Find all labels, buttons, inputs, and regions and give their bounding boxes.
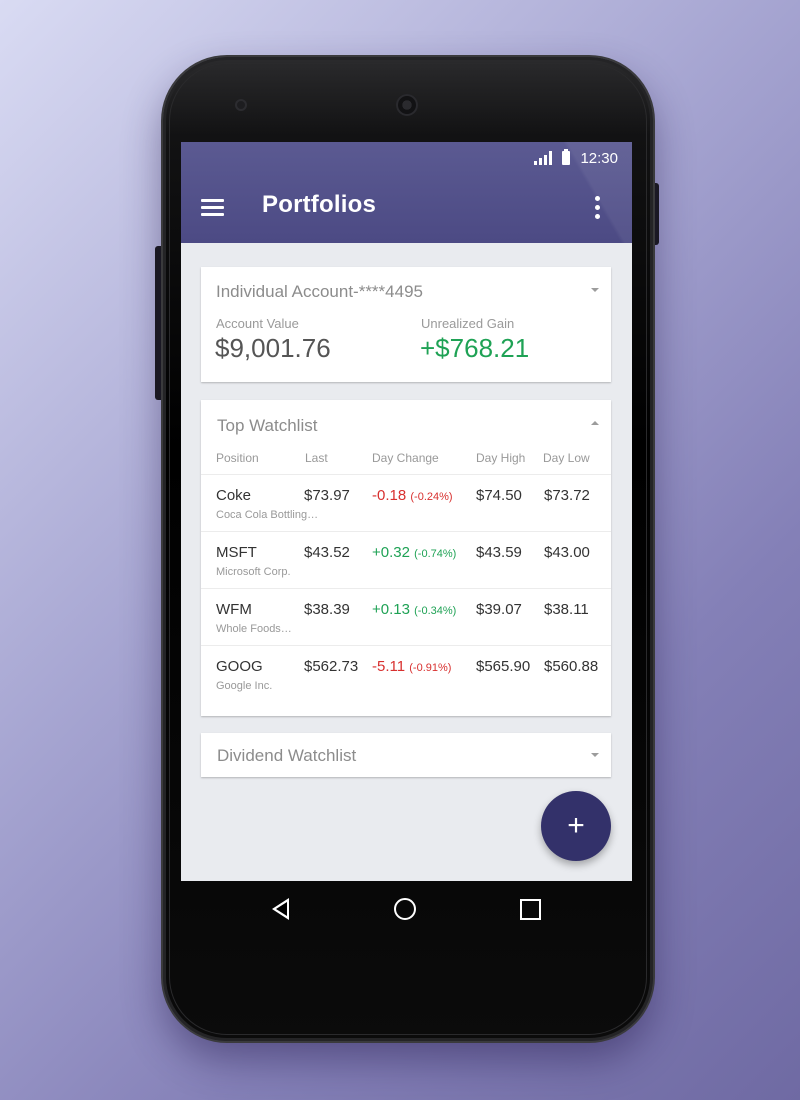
day-change: +0.13 (-0.34%) [372, 601, 457, 618]
day-high: $43.59 [476, 544, 522, 561]
page-title: Portfolios [262, 191, 376, 218]
home-circle-icon[interactable] [394, 898, 416, 920]
status-bar: 12:30 [534, 149, 618, 167]
company-name: Coca Cola Bottling… [216, 509, 319, 521]
back-triangle-icon[interactable] [272, 898, 289, 920]
last-price: $38.39 [304, 601, 350, 618]
column-header: Day High [476, 451, 526, 465]
stock-symbol: Coke [216, 487, 252, 504]
volume-button [155, 246, 163, 400]
column-header: Day Low [543, 451, 590, 465]
column-header: Day Change [372, 451, 439, 465]
stock-symbol: WFM [216, 601, 252, 618]
chevron-up-icon[interactable] [591, 421, 599, 425]
account-name: Individual Account-****4495 [216, 282, 423, 301]
chevron-down-icon[interactable] [591, 288, 599, 292]
account-value-label: Account Value [216, 316, 299, 331]
day-low: $38.11 [544, 601, 589, 618]
last-price: $562.73 [304, 658, 359, 675]
company-name: Microsoft Corp. [216, 566, 291, 578]
dividend-watchlist-card[interactable]: Dividend Watchlist [201, 733, 611, 777]
account-card[interactable]: Individual Account-****4495 Account Valu… [201, 267, 611, 382]
plus-icon: + [567, 809, 585, 842]
last-price: $43.52 [304, 544, 350, 561]
day-high: $39.07 [476, 601, 522, 618]
add-button[interactable]: + [541, 791, 611, 861]
table-row[interactable]: GOOG Google Inc. $562.73 -5.11 (-0.91%) … [201, 645, 611, 702]
day-low: $73.72 [544, 487, 590, 504]
chevron-down-icon[interactable] [591, 753, 599, 757]
app-screen: 12:30 Portfolios Individual Account-****… [181, 142, 632, 881]
day-low: $560.88 [544, 658, 599, 675]
unrealized-gain: +$768.21 [420, 333, 530, 363]
watchlist-title: Dividend Watchlist [217, 746, 357, 765]
table-row[interactable]: MSFT Microsoft Corp. $43.52 +0.32 (-0.74… [201, 531, 611, 588]
status-time: 12:30 [580, 149, 618, 167]
power-button [653, 183, 659, 245]
day-high: $74.50 [476, 487, 522, 504]
unrealized-gain-label: Unrealized Gain [421, 316, 515, 331]
app-bar: 12:30 Portfolios [181, 142, 632, 243]
column-header: Last [305, 451, 328, 465]
table-row[interactable]: WFM Whole Foods… $38.39 +0.13 (-0.34%) $… [201, 588, 611, 645]
stock-symbol: MSFT [216, 544, 257, 561]
signal-icon [534, 151, 553, 165]
table-row[interactable]: Coke Coca Cola Bottling… $73.97 -0.18 (-… [201, 474, 611, 531]
account-value: $9,001.76 [215, 333, 331, 363]
company-name: Whole Foods… [216, 623, 292, 635]
watchlist-title: Top Watchlist [217, 416, 318, 435]
table-header: Position Last Day Change Day High Day Lo… [201, 451, 611, 467]
earpiece-speaker [396, 94, 418, 116]
recents-square-icon[interactable] [520, 899, 541, 920]
stock-symbol: GOOG [216, 658, 263, 675]
column-header: Position [216, 451, 259, 465]
hamburger-menu-icon[interactable] [201, 195, 231, 219]
day-change: +0.32 (-0.74%) [372, 544, 457, 561]
top-watchlist-card: Top Watchlist Position Last Day Change D… [201, 400, 611, 716]
day-change: -5.11 (-0.91%) [372, 658, 452, 675]
more-vert-icon[interactable] [590, 192, 604, 222]
front-camera [235, 99, 247, 111]
day-change: -0.18 (-0.24%) [372, 487, 453, 504]
last-price: $73.97 [304, 487, 350, 504]
day-low: $43.00 [544, 544, 590, 561]
day-high: $565.90 [476, 658, 531, 675]
battery-icon [562, 149, 571, 165]
company-name: Google Inc. [216, 680, 273, 692]
